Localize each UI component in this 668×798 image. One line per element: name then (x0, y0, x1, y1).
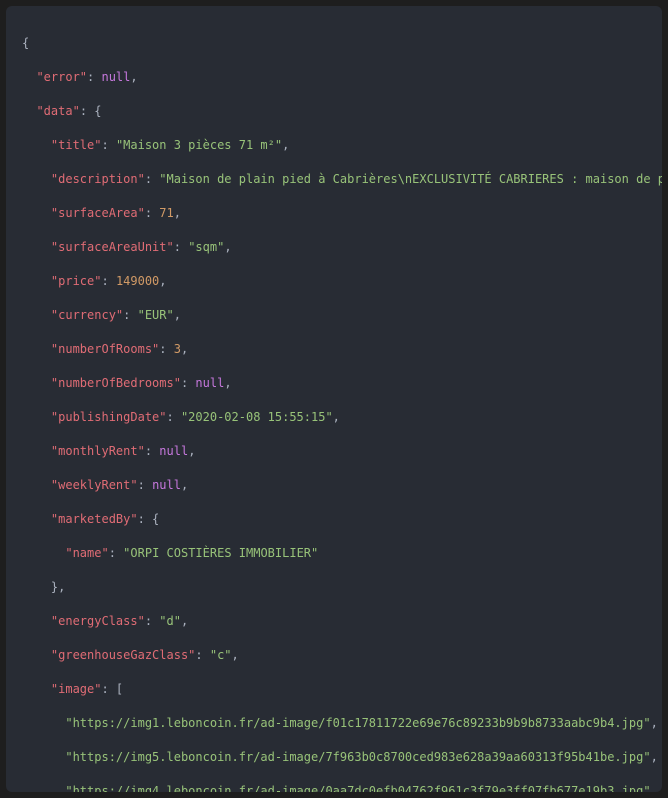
code-line: "publishingDate": "2020-02-08 15:55:15", (22, 409, 662, 426)
json-code-block: { "error": null, "data": { "title": "Mai… (6, 6, 662, 792)
code-line: "weeklyRent": null, (22, 477, 662, 494)
code-line: "title": "Maison 3 pièces 71 m²", (22, 137, 662, 154)
code-line: "marketedBy": { (22, 511, 662, 528)
code-line: "surfaceArea": 71, (22, 205, 662, 222)
code-line: "surfaceAreaUnit": "sqm", (22, 239, 662, 256)
code-line: "numberOfRooms": 3, (22, 341, 662, 358)
code-line: }, (22, 579, 662, 596)
code-line: "https://img5.leboncoin.fr/ad-image/7f96… (22, 749, 662, 766)
code-line: "greenhouseGazClass": "c", (22, 647, 662, 664)
code-line: "https://img1.leboncoin.fr/ad-image/f01c… (22, 715, 662, 732)
code-line: { (22, 35, 662, 52)
code-line: "image": [ (22, 681, 662, 698)
code-line: "description": "Maison de plain pied à C… (22, 171, 662, 188)
code-line: "error": null, (22, 69, 662, 86)
code-line: "energyClass": "d", (22, 613, 662, 630)
code-line: "monthlyRent": null, (22, 443, 662, 460)
code-line: "price": 149000, (22, 273, 662, 290)
code-line: "numberOfBedrooms": null, (22, 375, 662, 392)
code-line: "data": { (22, 103, 662, 120)
code-line: "name": "ORPI COSTIÈRES IMMOBILIER" (22, 545, 662, 562)
code-line: "https://img4.leboncoin.fr/ad-image/0aa7… (22, 783, 662, 792)
code-line: "currency": "EUR", (22, 307, 662, 324)
